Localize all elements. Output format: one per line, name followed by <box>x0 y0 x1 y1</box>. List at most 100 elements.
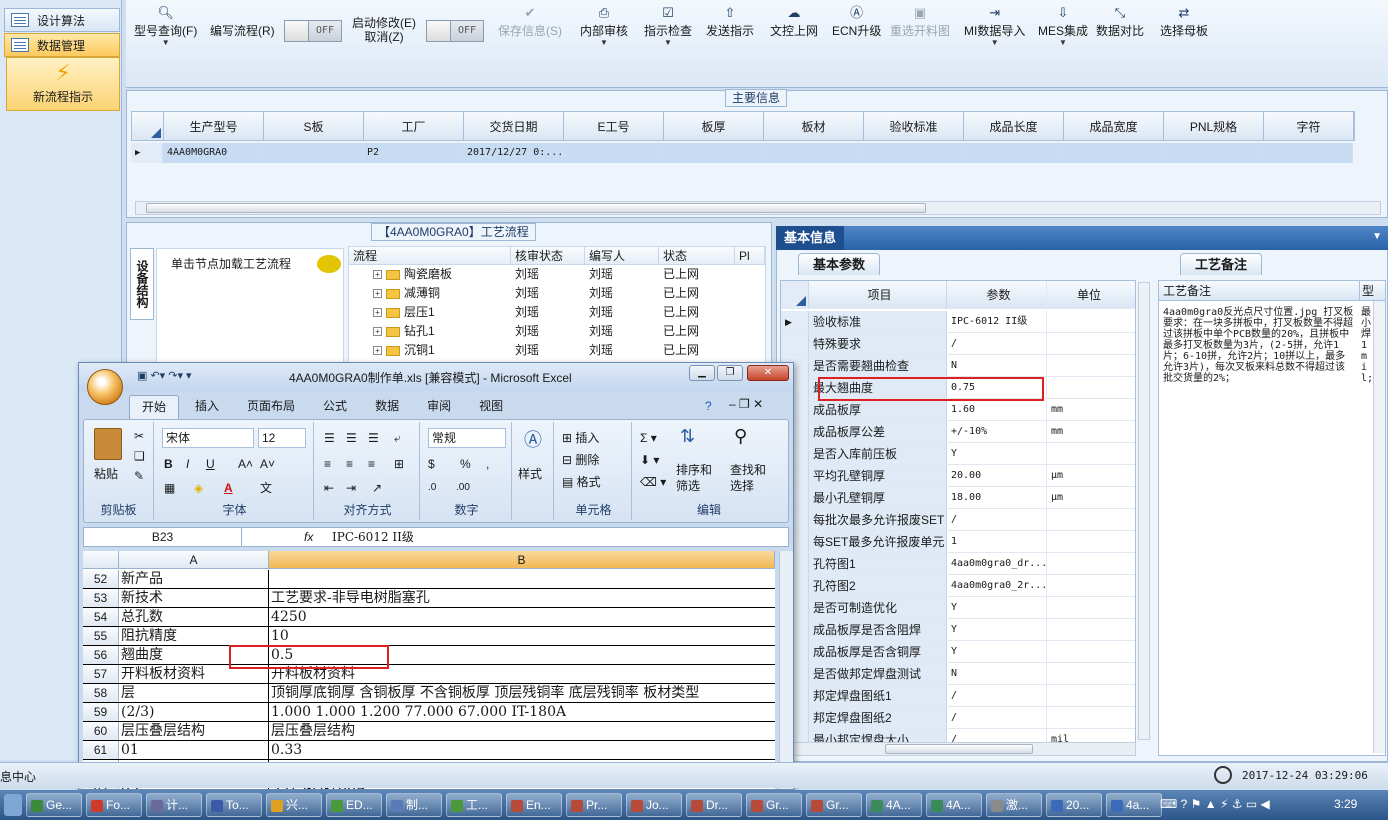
office-button-icon[interactable] <box>87 369 123 405</box>
expand-icon[interactable]: + <box>373 346 382 356</box>
currency-icon[interactable]: $ <box>428 456 435 472</box>
param-row[interactable]: 每批次最多允许报废SET / <box>781 509 1135 531</box>
param-row[interactable]: 邦定焊盘图纸2/ <box>781 707 1135 729</box>
percent-icon[interactable]: % <box>460 456 471 472</box>
tab-process-remarks[interactable]: 工艺备注 <box>1180 253 1263 275</box>
message-center-label[interactable]: 息中心 <box>0 768 36 785</box>
param-row[interactable]: 最小孔壁铜厚 18.00 μm <box>781 487 1135 509</box>
expand-icon[interactable]: + <box>373 270 382 280</box>
ribbon-tab[interactable]: 插入 <box>183 395 231 419</box>
doc-control-online-button[interactable]: ☁ 文控上网 <box>770 4 818 39</box>
align-right-icon[interactable]: ≡ <box>368 456 375 472</box>
taskbar-item[interactable]: To... <box>206 793 262 817</box>
expand-icon[interactable]: + <box>373 327 382 337</box>
remarks-vscroll[interactable] <box>1373 301 1385 753</box>
cell-b[interactable]: 1.000 1.000 1.200 77.000 67.000 IT-180A <box>269 703 775 721</box>
tree-row[interactable]: + 层压1 刘瑶 刘瑶 已上网 <box>349 303 765 322</box>
mes-integration-button[interactable]: ⇩ MES集成 ▼ <box>1038 4 1088 47</box>
param-row[interactable]: 是否做邦定焊盘测试 N <box>781 663 1135 685</box>
delete-cells-button[interactable]: ⊟ 删除 <box>562 452 599 468</box>
cell-a[interactable]: 01 <box>119 741 269 759</box>
align-middle-icon[interactable]: ☰ <box>346 430 357 446</box>
taskbar-item[interactable]: Fo... <box>86 793 142 817</box>
nav-item-design-algorithm[interactable]: 设计算法 <box>4 8 120 32</box>
param-row[interactable]: 平均孔壁铜厚 20.00 μm <box>781 465 1135 487</box>
expand-icon[interactable]: + <box>373 308 382 318</box>
increase-decimal-icon[interactable]: .0 <box>428 480 436 496</box>
sort-filter-button[interactable]: 排序和 <box>676 462 712 478</box>
instruction-check-button[interactable]: ☑ 指示检查 ▼ <box>644 4 692 47</box>
orientation-icon[interactable]: ↗ <box>372 480 382 496</box>
cell-b[interactable]: 顶铜厚底铜厚 含铜板厚 不含铜板厚 顶层残铜率 底层残铜率 板材类型 <box>269 684 775 702</box>
nav-item-data-management[interactable]: 数据管理 <box>4 33 120 57</box>
tray-icons[interactable]: ⌨ ? ⚑ ▲ ⚡ ⚓ ▭ ◀ <box>1160 797 1270 811</box>
taskbar-item[interactable]: 4a... <box>1106 793 1162 817</box>
cell-a[interactable]: 新产品 <box>119 570 269 588</box>
taskbar-item[interactable]: Ge... <box>26 793 82 817</box>
row-number[interactable]: 55 <box>83 627 119 645</box>
taskbar-item[interactable]: ED... <box>326 793 382 817</box>
wrap-text-icon[interactable]: ⤶ <box>394 430 401 446</box>
cell-b[interactable]: 4250 <box>269 608 775 626</box>
font-color-icon[interactable]: A <box>224 480 233 496</box>
formula-input[interactable]: IPC-6012 II级 <box>332 528 414 546</box>
main-col-header[interactable]: 生产型号 <box>164 112 264 140</box>
font-name-select[interactable]: 宋体 <box>162 428 254 448</box>
select-all-corner[interactable] <box>83 551 119 568</box>
param-row[interactable]: 成品板厚公差 +/-10% mm <box>781 421 1135 443</box>
param-row[interactable]: 成品板厚 1.60 mm <box>781 399 1135 421</box>
internal-review-button[interactable]: ⎙ 内部审核 ▼ <box>580 4 628 47</box>
expand-icon[interactable]: + <box>373 289 382 299</box>
styles-icon[interactable]: Ⓐ <box>524 431 542 449</box>
param-row[interactable]: 孔符图1 4aa0m0gra0_dr... <box>781 553 1135 575</box>
main-grid-row[interactable]: ▶ 4AA0M0GRA0 P2 2017/12/27 0:... <box>131 143 1353 163</box>
row-number[interactable]: 60 <box>83 722 119 740</box>
start-modify-button[interactable]: 启动修改(E) 取消(Z) <box>352 16 416 44</box>
main-col-header[interactable]: PNL规格 <box>1164 112 1264 140</box>
row-number[interactable]: 59 <box>83 703 119 721</box>
increase-indent-icon[interactable]: ⇥ <box>346 480 356 496</box>
taskbar-item[interactable]: 4A... <box>866 793 922 817</box>
cut-icon[interactable]: ✂ <box>134 428 144 444</box>
main-col-header[interactable]: 验收标准 <box>864 112 964 140</box>
insert-cells-button[interactable]: ⊞ 插入 <box>562 430 599 446</box>
taskbar-item[interactable]: 20... <box>1046 793 1102 817</box>
ribbon-tab[interactable]: 公式 <box>311 395 359 419</box>
main-col-header[interactable]: 字符 <box>1264 112 1354 140</box>
param-row[interactable]: 是否需要翘曲检查 N <box>781 355 1135 377</box>
cell-a[interactable]: (2/3) <box>119 703 269 721</box>
new-flow-button[interactable]: ⚡ 新流程指示 <box>6 57 120 111</box>
param-row[interactable]: 成品板厚是否含铜厚 Y <box>781 641 1135 663</box>
fill-color-icon[interactable]: ◈ <box>194 480 203 496</box>
main-col-header[interactable]: 工厂 <box>364 112 464 140</box>
column-header-a[interactable]: A <box>119 551 269 568</box>
taskbar-item[interactable]: 制... <box>386 793 442 817</box>
minimize-icon[interactable]: ▁ <box>689 365 715 381</box>
send-instruction-button[interactable]: ⇧ 发送指示 <box>706 4 754 39</box>
align-left-icon[interactable]: ≡ <box>324 456 331 472</box>
taskbar-clock[interactable]: 3:29 <box>1334 797 1357 811</box>
param-row[interactable]: 特殊要求 / <box>781 333 1135 355</box>
paste-icon[interactable] <box>94 428 122 460</box>
ribbon-tab[interactable]: 开始 <box>129 395 180 419</box>
merge-icon[interactable]: ⊞ <box>394 456 404 472</box>
main-col-header[interactable]: 成品长度 <box>964 112 1064 140</box>
mi-data-import-button[interactable]: ⇥ MI数据导入 ▼ <box>964 4 1025 47</box>
chevron-down-icon[interactable]: ▼ <box>1372 231 1382 242</box>
bold-icon[interactable]: B <box>164 456 173 472</box>
row-number[interactable]: 53 <box>83 589 119 607</box>
comma-icon[interactable]: , <box>486 456 489 472</box>
quick-access-icons[interactable]: ▣ ↶▾ ↷▾ ▾ <box>137 369 192 382</box>
tree-row[interactable]: + 陶瓷磨板 刘瑶 刘瑶 已上网 <box>349 265 765 284</box>
scroll-thumb[interactable] <box>885 744 1033 754</box>
format-painter-icon[interactable]: ✎ <box>134 468 144 484</box>
font-grow-icon[interactable]: A˄ <box>238 456 253 472</box>
edit-flow-button[interactable]: 编写流程(R) <box>210 22 275 39</box>
align-center-icon[interactable]: ≡ <box>346 456 353 472</box>
cell-a[interactable]: 阻抗精度 <box>119 627 269 645</box>
row-number[interactable]: 56 <box>83 646 119 664</box>
edit-flow-toggle[interactable]: OFF <box>284 20 342 42</box>
scroll-thumb[interactable] <box>146 203 926 213</box>
row-number[interactable]: 58 <box>83 684 119 702</box>
data-compare-button[interactable]: ⤡ 数据对比 <box>1096 4 1144 39</box>
